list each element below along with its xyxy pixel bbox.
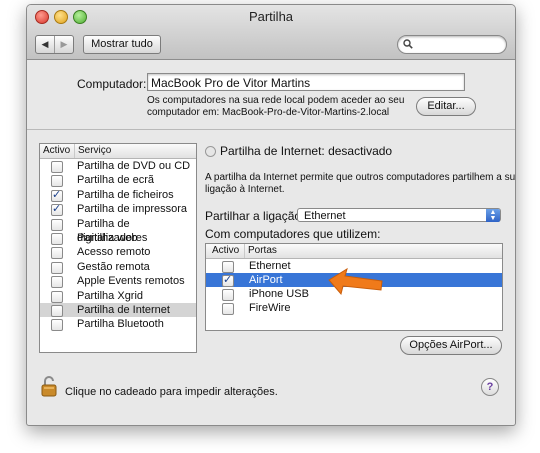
- service-checkbox[interactable]: [51, 202, 63, 217]
- port-checkbox[interactable]: [222, 273, 234, 287]
- back-button[interactable]: ◀: [36, 36, 54, 53]
- computer-note-line2: computador em: MacBook-Pro-de-Vitor-Mart…: [147, 107, 390, 118]
- service-row[interactable]: Gestão remota: [40, 260, 196, 274]
- service-label: Partilha de ecrã: [77, 174, 155, 187]
- service-label: Apple Events remotos: [77, 275, 185, 288]
- service-row[interactable]: Partilha de ficheiros: [40, 188, 196, 202]
- service-label: Partilha de impressora: [77, 203, 188, 216]
- service-label: Partilha de DVD ou CD: [77, 160, 191, 172]
- airport-options-button[interactable]: Opções AirPort...: [400, 336, 502, 355]
- service-row[interactable]: Partilha de impressora: [40, 202, 196, 217]
- service-checkbox[interactable]: [51, 247, 63, 260]
- description-line1: A partilha da Internet permite que outro…: [205, 172, 516, 183]
- service-checkbox[interactable]: [51, 218, 63, 231]
- divider: [27, 129, 515, 130]
- to-computers-label: Com computadores que utilizem:: [205, 227, 381, 241]
- service-row[interactable]: Partilha de ecrã: [40, 173, 196, 188]
- service-label: Partilha de ficheiros: [77, 188, 174, 201]
- port-checkbox[interactable]: [222, 303, 234, 315]
- service-label: Partilha Xgrid: [77, 289, 144, 302]
- service-checkbox[interactable]: [51, 304, 63, 317]
- service-row[interactable]: Partilha de digitalizadores: [40, 217, 196, 244]
- service-checkbox[interactable]: [51, 276, 63, 289]
- sharing-status: Partilha de Internet: desactivado: [220, 144, 393, 158]
- orange-arrow-icon: [328, 267, 383, 296]
- service-column-header[interactable]: Serviço: [74, 144, 111, 158]
- title-bar: Partilha ◀ ▶ Mostrar tudo: [27, 5, 515, 60]
- search-icon: [403, 39, 413, 49]
- description-line2: ligação à Internet.: [205, 184, 285, 195]
- port-row[interactable]: FireWire: [206, 301, 502, 315]
- select-arrows-icon: ▲ ▼: [486, 209, 500, 222]
- share-from-value: Ethernet: [304, 210, 346, 222]
- show-all-button[interactable]: Mostrar tudo: [83, 35, 161, 54]
- port-label: iPhone USB: [249, 288, 309, 300]
- port-label: Ethernet: [249, 260, 291, 272]
- lock-message: Clique no cadeado para impedir alteraçõe…: [65, 386, 278, 398]
- service-checkbox[interactable]: [51, 261, 63, 274]
- active-column-header[interactable]: Activo: [43, 144, 70, 158]
- service-row[interactable]: Apple Events remotos: [40, 274, 196, 289]
- share-from-label: Partilhar a ligação:: [205, 209, 305, 223]
- service-row[interactable]: Partilha Bluetooth: [40, 317, 196, 332]
- search-input[interactable]: [397, 35, 507, 54]
- ports-active-column-header[interactable]: Activo: [212, 244, 239, 258]
- service-label: Gestão remota: [77, 260, 150, 273]
- service-label: Partilha Bluetooth: [77, 318, 164, 331]
- port-checkbox[interactable]: [222, 289, 234, 301]
- service-checkbox[interactable]: [51, 175, 63, 188]
- service-checkbox[interactable]: [51, 188, 63, 202]
- ports-header: Activo Portas: [206, 244, 502, 259]
- window-title: Partilha: [248, 9, 294, 24]
- service-checkbox[interactable]: [51, 290, 63, 303]
- service-row[interactable]: Partilha Xgrid: [40, 289, 196, 303]
- service-label: Partilha web: [77, 231, 138, 244]
- services-header: Activo Serviço: [40, 144, 196, 159]
- computer-note-line1: Os computadores na sua rede local podem …: [147, 95, 405, 106]
- preferences-window: Partilha ◀ ▶ Mostrar tudo Computador: Ma…: [26, 4, 516, 426]
- service-label: Partilha de Internet: [77, 303, 170, 316]
- port-label: AirPort: [249, 274, 283, 286]
- back-forward-control: ◀ ▶: [35, 35, 74, 54]
- service-row[interactable]: Acesso remoto: [40, 245, 196, 260]
- service-checkbox[interactable]: [51, 319, 63, 332]
- service-checkbox[interactable]: [51, 232, 63, 245]
- forward-button[interactable]: ▶: [54, 36, 73, 53]
- help-button[interactable]: ?: [481, 378, 499, 396]
- service-label: Acesso remoto: [77, 246, 151, 259]
- ports-column-header[interactable]: Portas: [244, 244, 277, 258]
- service-row[interactable]: Partilha web: [40, 231, 196, 245]
- service-row[interactable]: Partilha de Internet: [40, 302, 196, 318]
- service-row[interactable]: Partilha de DVD ou CD: [40, 159, 196, 173]
- computer-name-label: Computador:: [77, 77, 147, 91]
- port-checkbox[interactable]: [222, 261, 234, 273]
- computer-name-field[interactable]: MacBook Pro de Vitor Martins: [147, 73, 465, 91]
- lock-icon[interactable]: [41, 375, 57, 397]
- edit-button[interactable]: Editar...: [416, 97, 476, 116]
- services-list[interactable]: Activo Serviço Partilha de DVD ou CD Part…: [39, 143, 197, 353]
- service-checkbox[interactable]: [51, 161, 63, 173]
- port-label: FireWire: [249, 302, 291, 314]
- share-from-select[interactable]: Ethernet ▲ ▼: [297, 208, 501, 222]
- status-indicator: [205, 146, 216, 157]
